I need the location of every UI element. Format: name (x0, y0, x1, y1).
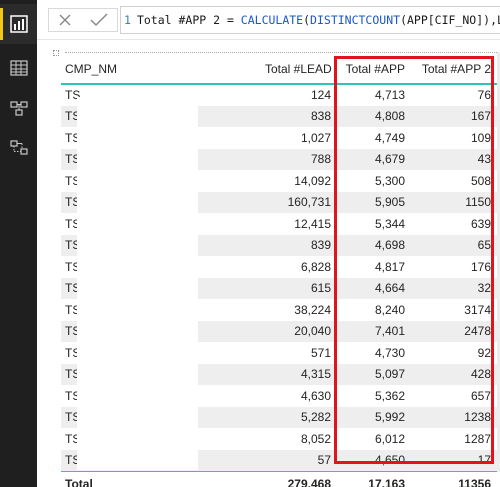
cell-total-app: 5,344 (374, 216, 405, 231)
cell-total-app-2: 2478 (411, 320, 497, 342)
visual-top-border (65, 52, 500, 53)
cancel-formula-button[interactable] (55, 10, 75, 30)
cell-total-app-2: 3174 (464, 302, 491, 317)
cell-total-lead: 57 (259, 449, 337, 471)
cell-total-lead: 8,052 (300, 431, 331, 446)
cell-total-app: 4,679 (337, 148, 411, 170)
cell-total-app: 4,817 (374, 259, 405, 274)
total-app2-value: 11356 (411, 470, 497, 487)
view-switcher-rail (0, 0, 37, 487)
formula-line-number: 1 (124, 13, 131, 27)
cell-total-lead: 6,828 (300, 259, 331, 274)
redaction-block (77, 97, 198, 470)
formula-function-distinctcount: DISTINCTCOUNT (310, 13, 401, 27)
cell-total-lead: 615 (259, 277, 337, 299)
cell-total-app: 7,401 (337, 320, 411, 342)
column-header-total-app-2[interactable]: Total #APP 2 (411, 54, 497, 85)
cell-total-lead: 5,282 (259, 406, 337, 428)
model-view-button[interactable] (0, 88, 37, 128)
formula-commit-controls (48, 8, 118, 32)
column-header-total-app[interactable]: Total #APP (337, 54, 411, 85)
data-view-button[interactable] (0, 48, 37, 88)
table-header-row: CMP_NM Total #LEAD Total #APP Total #APP… (61, 54, 497, 85)
cell-total-app: 4,730 (374, 345, 405, 360)
formula-text: Total #APP 2 = CALCULATE(DISTINCTCOUNT(A… (137, 13, 500, 27)
cell-total-app: 6,012 (374, 431, 405, 446)
cell-total-app-2: 176 (470, 259, 491, 274)
commit-formula-button[interactable] (89, 10, 109, 30)
close-icon (59, 14, 71, 26)
formula-editor[interactable]: 1 Total #APP 2 = CALCULATE(DISTINCTCOUNT(… (120, 6, 500, 34)
cell-total-app-2: 1287 (464, 431, 491, 446)
cell-total-app-2: 17 (411, 449, 497, 471)
cell-total-lead: 571 (310, 345, 331, 360)
model-view-icon (9, 101, 28, 116)
cell-total-app-2: 65 (411, 234, 497, 256)
checkmark-icon (90, 13, 108, 27)
cell-total-lead: 12,415 (294, 216, 331, 231)
cell-total-app: 4,650 (337, 449, 411, 471)
cell-total-app-2: 43 (411, 148, 497, 170)
report-view-button[interactable] (0, 4, 37, 44)
cell-total-app: 5,992 (337, 406, 411, 428)
cell-total-app-2: 428 (411, 363, 497, 385)
cell-total-app-2: 508 (470, 173, 491, 188)
cell-total-lead: 1,027 (300, 130, 331, 145)
column-header-total-lead[interactable]: Total #LEAD (259, 54, 337, 85)
cell-total-app-2: 1150 (411, 191, 497, 213)
cell-total-app: 5,097 (337, 363, 411, 385)
visual-corner-handle[interactable] (53, 50, 59, 56)
cell-total-app: 4,713 (374, 88, 405, 103)
table-visual[interactable]: CMP_NM Total #LEAD Total #APP Total #APP… (61, 54, 497, 487)
cell-total-lead: 4,315 (259, 363, 337, 385)
cell-total-app: 4,808 (337, 105, 411, 127)
cell-total-app: 5,300 (374, 173, 405, 188)
cell-total-lead: 4,630 (300, 388, 331, 403)
cell-total-lead: 788 (259, 148, 337, 170)
total-app-value: 17,163 (337, 470, 411, 487)
formula-arg-open: ( (303, 13, 311, 27)
cell-total-app: 5,362 (374, 388, 405, 403)
cell-total-lead: 124 (310, 88, 331, 103)
dag-view-button[interactable] (0, 128, 37, 168)
cell-total-app-2: 657 (470, 388, 491, 403)
cell-total-app-2: 1238 (411, 406, 497, 428)
cell-total-app: 4,664 (337, 277, 411, 299)
cell-total-app: 8,240 (374, 302, 405, 317)
total-label: Total (61, 470, 259, 487)
cell-total-app-2: 76 (477, 88, 491, 103)
cell-total-lead: 14,092 (294, 173, 331, 188)
table-total-row: Total 279,468 17,163 11356 (61, 470, 497, 487)
report-view-icon (9, 15, 28, 33)
formula-args: (APP[CIF_NO]),LEA (400, 13, 500, 27)
cell-total-app-2: 109 (470, 130, 491, 145)
cell-total-app-2: 639 (470, 216, 491, 231)
formula-function-calculate: CALCULATE (240, 13, 304, 27)
column-header-cmp-nm[interactable]: CMP_NM (61, 54, 259, 85)
report-canvas: CMP_NM Total #LEAD Total #APP Total #APP… (37, 40, 500, 487)
total-lead-value: 279,468 (259, 470, 337, 487)
dag-view-icon (9, 140, 28, 155)
data-view-icon (9, 60, 28, 76)
cell-total-app: 4,698 (337, 234, 411, 256)
cell-total-lead: 38,224 (294, 302, 331, 317)
cell-total-app-2: 32 (411, 277, 497, 299)
cell-total-lead: 20,040 (259, 320, 337, 342)
cell-total-app: 5,905 (337, 191, 411, 213)
cell-total-lead: 839 (259, 234, 337, 256)
cell-total-app-2: 92 (477, 345, 491, 360)
formula-measure-name: Total #APP 2 = (136, 13, 241, 27)
cell-total-app: 4,749 (374, 130, 405, 145)
cell-total-lead: 160,731 (259, 191, 337, 213)
formula-bar: 1 Total #APP 2 = CALCULATE(DISTINCTCOUNT(… (37, 0, 500, 40)
cell-total-lead: 838 (259, 105, 337, 127)
cell-total-app-2: 167 (411, 105, 497, 127)
